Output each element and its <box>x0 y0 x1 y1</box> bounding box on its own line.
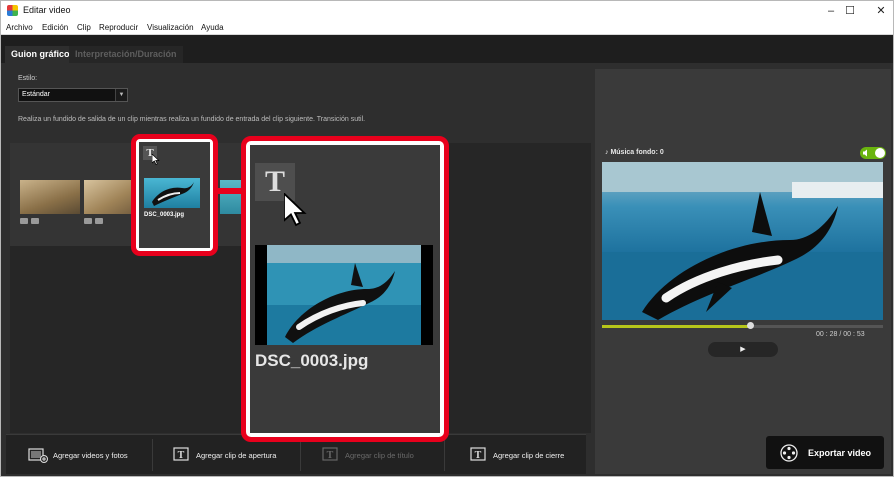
svg-text:T: T <box>475 450 482 461</box>
video-clip-icon <box>20 218 28 224</box>
style-dropdown-value: Estándar <box>22 91 51 98</box>
divider <box>444 439 445 471</box>
preview-panel: ♪ Música fondo: 0 00 : 28 / 00: 53 ▶ <box>595 69 891 474</box>
tab-storyboard[interactable]: Guion gráfico <box>5 46 76 63</box>
add-closing-clip-button[interactable]: T Agregar clip de cierre <box>470 435 564 475</box>
orca-image <box>152 182 194 206</box>
menu-reproducir[interactable]: Reproducir <box>99 23 138 32</box>
cursor-icon <box>152 154 160 165</box>
playback-progress <box>602 325 751 328</box>
video-preview[interactable] <box>602 162 883 320</box>
photo-clip-icon <box>95 218 103 224</box>
menu-archivo[interactable]: Archivo <box>6 23 33 32</box>
clip-thumbnail <box>144 178 200 208</box>
video-clip-icon <box>84 218 92 224</box>
clip-filename: DSC_0003.jpg <box>144 212 185 218</box>
film-add-icon <box>28 448 48 463</box>
add-videos-photos-button[interactable]: Agregar videos y fotos <box>28 435 128 475</box>
add-opening-clip-label: Agregar clip de apertura <box>196 450 277 460</box>
scrubber-handle[interactable] <box>747 322 755 329</box>
enlarged-clip-callout: T DSC_0003.jpg <box>241 136 449 442</box>
chevron-down-icon: ▼ <box>115 89 127 101</box>
transition-description: Realiza un fundido de salida de un clip … <box>18 116 366 123</box>
close-button[interactable]: ✕ <box>861 2 893 20</box>
window-title: Editar video <box>23 5 71 15</box>
playback-scrubber[interactable] <box>602 322 883 329</box>
cursor-icon <box>284 193 307 227</box>
speaker-icon <box>863 149 867 157</box>
export-video-button[interactable]: Exportar video <box>766 436 884 469</box>
tab-interpretation-duration[interactable]: Interpretación/Duración <box>69 46 183 63</box>
clip-thumbnail <box>255 245 433 345</box>
divider <box>300 439 301 471</box>
title-bar: Editar video – ☐ ✕ <box>1 1 893 21</box>
add-videos-photos-label: Agregar videos y fotos <box>53 450 128 460</box>
app-icon <box>7 5 18 16</box>
enlarged-clip: T DSC_0003.jpg <box>250 145 440 433</box>
orca-image <box>255 245 433 345</box>
film-reel-icon <box>780 443 798 462</box>
total-time: 00 : 53 <box>843 331 865 338</box>
divider <box>152 439 153 471</box>
menu-bar: Archivo Edición Clip Reproducir Visualiz… <box>1 21 893 35</box>
style-dropdown[interactable]: Estándar ▼ <box>18 88 128 102</box>
title-clip-icon: T <box>322 447 338 461</box>
playback-time: 00 : 28 / 00 : 53 <box>816 331 865 338</box>
svg-text:T: T <box>178 450 185 461</box>
orca-image <box>602 162 883 320</box>
menu-edicion[interactable]: Edición <box>42 23 68 32</box>
clip-thumbnail[interactable] <box>20 180 80 214</box>
svg-text:T: T <box>327 450 334 461</box>
menu-clip[interactable]: Clip <box>77 23 91 32</box>
tab-bar: Guion gráfico Interpretación/Duración <box>1 35 893 63</box>
callout-connector <box>217 188 241 194</box>
background-music-label: ♪ Música fondo: 0 <box>605 149 664 156</box>
add-closing-clip-label: Agregar clip de cierre <box>493 450 565 460</box>
selected-clip[interactable]: T DSC_0003.jpg <box>139 142 210 248</box>
toggle-knob <box>875 148 885 158</box>
play-button[interactable]: ▶ <box>708 342 778 357</box>
clip-filename: DSC_0003.jpg <box>255 351 369 370</box>
menu-visualizacion[interactable]: Visualización <box>147 23 194 32</box>
add-title-clip-label: Agregar clip de título <box>345 450 414 460</box>
play-icon: ▶ <box>740 346 746 353</box>
photo-clip-icon <box>31 218 39 224</box>
title-clip-icon: T <box>173 447 189 461</box>
selected-clip-callout: T DSC_0003.jpg <box>131 134 218 256</box>
menu-ayuda[interactable]: Ayuda <box>201 23 224 32</box>
editor-window: Editar video – ☐ ✕ Archivo Edición Clip … <box>0 0 894 477</box>
title-clip-icon: T <box>470 447 486 461</box>
style-label: Estilo: <box>18 75 38 82</box>
music-toggle[interactable] <box>860 147 886 159</box>
current-time: 00 : 28 <box>816 331 838 338</box>
export-video-label: Exportar video <box>808 447 872 458</box>
